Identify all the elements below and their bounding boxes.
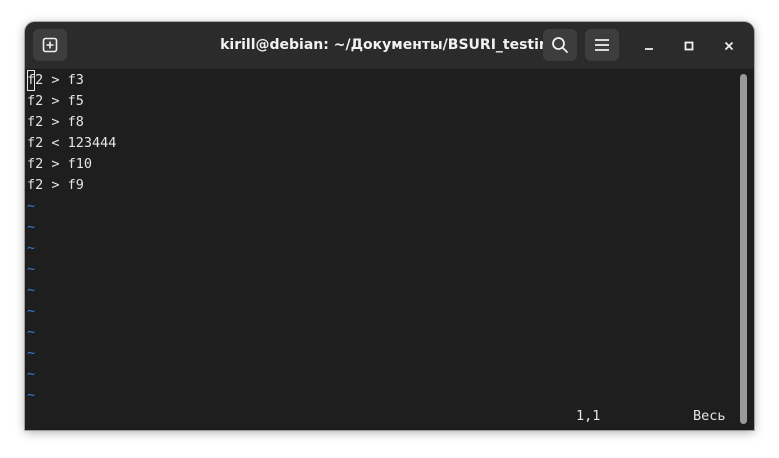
buffer-line: f2 < 123444: [27, 135, 117, 151]
minimize-button[interactable]: [637, 34, 661, 58]
new-tab-button[interactable]: [33, 29, 67, 61]
buffer-line-text: 2 > f3: [35, 72, 84, 88]
buffer-line: f2 > f5: [27, 93, 84, 109]
titlebar[interactable]: kirill@debian: ~/Документы/BSURI_testing: [25, 22, 754, 70]
empty-line-marker: ~: [27, 324, 36, 340]
empty-line-marker: ~: [27, 198, 36, 214]
minimize-icon: [645, 48, 653, 50]
empty-line-marker: ~: [27, 387, 36, 403]
new-tab-icon: [42, 37, 58, 53]
text-cursor: f: [27, 70, 36, 91]
view-percentage: Весь: [693, 408, 726, 424]
buffer-line: f2 > f10: [27, 156, 93, 172]
terminal-area[interactable]: f2 > f3 f2 > f5 f2 > f8 f2 < 123444 f2 >…: [25, 70, 754, 430]
maximize-icon: [684, 41, 694, 51]
menu-button[interactable]: [585, 29, 619, 61]
search-button[interactable]: [543, 29, 577, 61]
search-icon: [552, 37, 568, 53]
menu-icon: [595, 39, 609, 51]
terminal-window: kirill@debian: ~/Документы/BSURI_testing: [25, 22, 754, 430]
maximize-button[interactable]: [677, 34, 701, 58]
empty-line-marker: ~: [27, 366, 36, 382]
close-button[interactable]: [717, 34, 741, 58]
empty-line-marker: ~: [27, 303, 36, 319]
empty-line-marker: ~: [27, 240, 36, 256]
buffer-line: f2 > f9: [27, 177, 84, 193]
empty-line-marker: ~: [27, 282, 36, 298]
buffer-line: f2 > f8: [27, 114, 84, 130]
empty-line-marker: ~: [27, 261, 36, 277]
buffer-line: f2 > f3: [27, 70, 84, 91]
cursor-position: 1,1: [576, 408, 601, 424]
close-icon: [724, 41, 734, 51]
empty-line-marker: ~: [27, 345, 36, 361]
empty-line-marker: ~: [27, 219, 36, 235]
scrollbar[interactable]: [740, 74, 747, 424]
